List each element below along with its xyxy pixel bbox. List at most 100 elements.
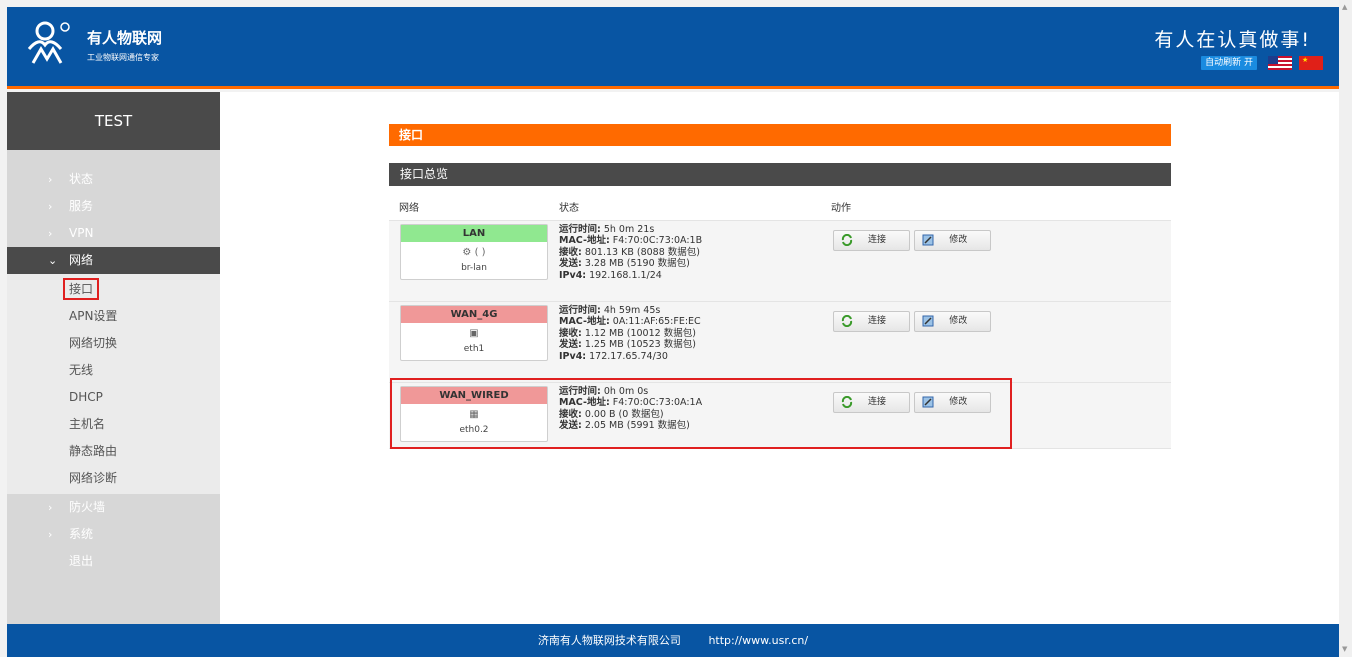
column-network: 网络 xyxy=(389,194,559,221)
chevron-right-icon: › xyxy=(48,528,53,541)
sidebar-item-system[interactable]: › 系统 xyxy=(7,521,220,548)
button-label: 修改 xyxy=(949,315,968,326)
sidebar: TEST › 状态 › 服务 › VPN ⌄ 网络 接口 APN设置 网络切换 无线 D… xyxy=(7,92,220,624)
button-label: 连接 xyxy=(868,396,887,407)
sidebar-item-label: 防火墙 xyxy=(69,500,106,514)
sidebar-item-services[interactable]: › 服务 xyxy=(7,193,220,220)
sidebar-item-label: VPN xyxy=(69,226,94,240)
scroll-down-icon[interactable]: ▼ xyxy=(1342,645,1347,653)
edit-button[interactable]: 修改 xyxy=(914,229,992,251)
mac-label: MAC-地址: xyxy=(559,397,610,408)
english-flag-icon[interactable] xyxy=(1268,56,1292,70)
sidebar-item-status[interactable]: › 状态 xyxy=(7,166,220,193)
sidebar-subitem-label: 主机名 xyxy=(69,417,106,431)
button-label: 修改 xyxy=(949,234,968,245)
sidebar-item-logout[interactable]: 退出 xyxy=(7,548,220,575)
sidebar-subitem-dhcp[interactable]: DHCP xyxy=(7,384,220,411)
header: 有人物联网 工业物联网通信专家 有人在认真做事! 自动刷新 开 ★ xyxy=(7,7,1339,89)
ipv4-label: IPv4: xyxy=(559,269,587,281)
sidebar-subitem-label: 无线 xyxy=(69,363,94,377)
mac-label: MAC-地址: xyxy=(559,316,610,327)
bridge-ethernet-icon: ⚙ ( ) xyxy=(462,246,486,258)
column-action: 动作 xyxy=(831,194,1171,221)
main-content: 接口 接口总览 网络 状态 动作 LAN ⚙ ( ) br-lan 运行时间: … xyxy=(220,92,1339,624)
uptime-label: 运行时间: xyxy=(559,385,601,397)
ipv4-value: 172.17.65.74/30 xyxy=(589,350,668,362)
brand-subtitle: 工业物联网通信专家 xyxy=(87,53,159,62)
button-label: 修改 xyxy=(949,396,968,407)
tx-value: 1.25 MB (10523 数据包) xyxy=(584,339,696,350)
connect-button[interactable]: 连接 xyxy=(833,229,910,251)
sidebar-item-label: 网络 xyxy=(69,253,94,267)
tx-label: 发送: xyxy=(559,420,582,431)
sidebar-menu: › 状态 › 服务 › VPN ⌄ 网络 接口 APN设置 网络切换 无线 DHCP 主… xyxy=(7,150,220,575)
mac-value: 0A:11:AF:65:FE:EC xyxy=(612,316,701,327)
footer: 济南有人物联网技术有限公司 http://www.usr.cn/ xyxy=(7,624,1339,657)
sidebar-subitem-label: 接口 xyxy=(63,278,100,300)
sidebar-item-label: 服务 xyxy=(69,199,94,213)
connect-button[interactable]: 连接 xyxy=(833,310,910,332)
ethernet-port-icon: ▦ xyxy=(469,408,479,420)
status-cell: 运行时间: 4h 59m 45s MAC-地址: 0A:11:AF:65:FE:… xyxy=(559,301,831,383)
mac-value: F4:70:0C:73:0A:1A xyxy=(612,397,703,408)
network-name: WAN_4G xyxy=(401,305,547,323)
logo-icon xyxy=(27,21,70,64)
network-cell: WAN_4G ▣ eth1 xyxy=(389,301,559,383)
network-box-wan-4g: WAN_4G ▣ eth1 xyxy=(400,304,548,361)
sidebar-subitem-label: APN设置 xyxy=(69,309,118,323)
sidebar-subitem-label: 静态路由 xyxy=(69,444,118,458)
vertical-scrollbar[interactable]: ▲ ▼ xyxy=(1339,0,1352,657)
uptime-value: 4h 59m 45s xyxy=(603,304,661,316)
sidebar-subitem-diagnostics[interactable]: 网络诊断 xyxy=(7,465,220,492)
network-cell: LAN ⚙ ( ) br-lan xyxy=(389,220,559,302)
sidebar-item-vpn[interactable]: › VPN xyxy=(7,220,220,247)
sidebar-subitem-hostname[interactable]: 主机名 xyxy=(7,411,220,438)
page: 有人物联网 工业物联网通信专家 有人在认真做事! 自动刷新 开 ★ TEST ›… xyxy=(0,0,1352,657)
mac-value: F4:70:0C:73:0A:1B xyxy=(612,235,703,246)
sidebar-subitem-static-routes[interactable]: 静态路由 xyxy=(7,438,220,465)
table-row: LAN ⚙ ( ) br-lan 运行时间: 5h 0m 21s MAC-地址:… xyxy=(389,220,1171,302)
edit-button[interactable]: 修改 xyxy=(914,310,992,332)
mac-label: MAC-地址: xyxy=(559,235,610,246)
rx-value: 0.00 B (0 数据包) xyxy=(584,408,664,420)
edit-button[interactable]: 修改 xyxy=(914,391,992,413)
device-name: br-lan xyxy=(461,262,487,273)
auto-refresh-toggle[interactable]: 自动刷新 开 xyxy=(1201,56,1257,70)
connect-button[interactable]: 连接 xyxy=(833,391,910,413)
tx-label: 发送: xyxy=(559,339,582,350)
ethernet-port-icon: ▣ xyxy=(469,327,479,339)
ipv4-label: IPv4: xyxy=(559,350,587,362)
refresh-icon xyxy=(841,314,853,327)
sidebar-subitem-network-switch[interactable]: 网络切换 xyxy=(7,330,220,357)
sidebar-item-network[interactable]: ⌄ 网络 xyxy=(7,247,220,274)
sidebar-subitem-wireless[interactable]: 无线 xyxy=(7,357,220,384)
uptime-value: 5h 0m 21s xyxy=(603,223,655,235)
chinese-flag-icon[interactable]: ★ xyxy=(1299,56,1323,70)
rx-label: 接收: xyxy=(559,408,582,420)
action-cell: 连接 修改 xyxy=(831,220,1171,302)
network-name: LAN xyxy=(401,224,547,242)
rx-label: 接收: xyxy=(559,327,582,339)
interface-table: 网络 状态 动作 LAN ⚙ ( ) br-lan 运行时间: 5h 0m 21… xyxy=(389,194,1171,449)
sidebar-item-firewall[interactable]: › 防火墙 xyxy=(7,494,220,521)
slogan: 有人在认真做事! xyxy=(1154,29,1311,51)
footer-link[interactable]: http://www.usr.cn/ xyxy=(708,634,808,647)
footer-company: 济南有人物联网技术有限公司 xyxy=(537,634,681,647)
edit-icon xyxy=(922,234,934,245)
ipv4-value: 192.168.1.1/24 xyxy=(589,269,662,281)
status-cell: 运行时间: 0h 0m 0s MAC-地址: F4:70:0C:73:0A:1A… xyxy=(559,382,831,449)
sidebar-subitem-apn[interactable]: APN设置 xyxy=(7,303,220,330)
uptime-value: 0h 0m 0s xyxy=(603,385,649,397)
sidebar-subitem-label: DHCP xyxy=(69,390,103,404)
sidebar-title: TEST xyxy=(7,92,220,150)
network-name: WAN_WIRED xyxy=(401,386,547,404)
sidebar-subitem-interfaces[interactable]: 接口 xyxy=(7,276,220,303)
sidebar-item-label: 退出 xyxy=(69,554,94,568)
overview-title: 接口总览 xyxy=(389,163,1171,186)
network-submenu: 接口 APN设置 网络切换 无线 DHCP 主机名 静态路由 网络诊断 xyxy=(7,274,220,494)
sidebar-item-label: 状态 xyxy=(69,172,94,186)
refresh-icon xyxy=(841,233,853,246)
scroll-up-icon[interactable]: ▲ xyxy=(1342,3,1347,11)
sidebar-subitem-label: 网络切换 xyxy=(69,336,118,350)
status-cell: 运行时间: 5h 0m 21s MAC-地址: F4:70:0C:73:0A:1… xyxy=(559,220,831,302)
